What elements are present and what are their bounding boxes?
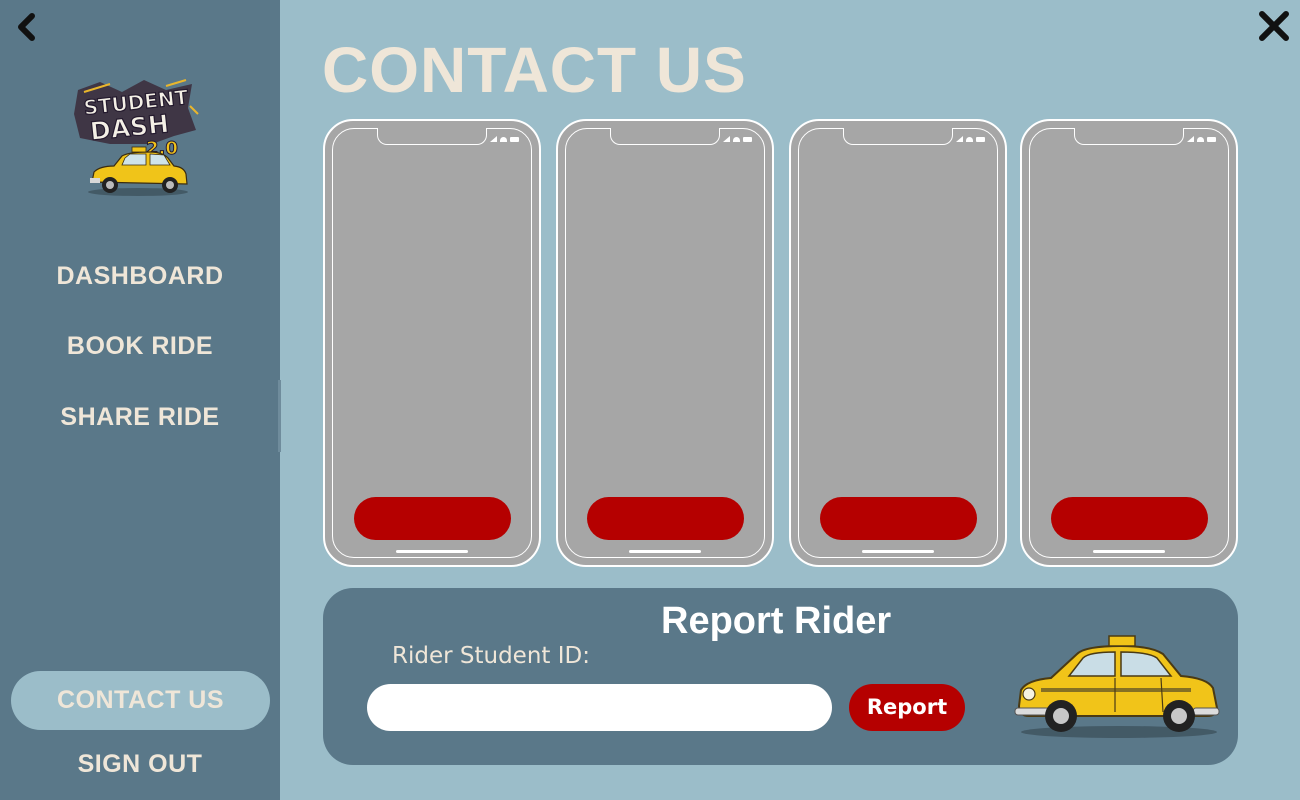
rider-student-id-input[interactable] (367, 684, 832, 731)
status-bar-icons (490, 136, 519, 142)
phone-card (789, 119, 1007, 567)
nav-sign-out[interactable]: SIGN OUT (0, 750, 280, 779)
phone-card (1020, 119, 1238, 567)
phone-card (556, 119, 774, 567)
signal-icon (723, 136, 730, 142)
nav-share-ride[interactable]: SHARE RIDE (0, 403, 280, 432)
close-icon (1259, 11, 1289, 41)
phone-screen (332, 128, 532, 558)
signal-icon (956, 136, 963, 142)
report-rider-title: Report Rider (661, 600, 892, 642)
sidebar: STUDENT DASH 2.0 DASHBOARD BOOK RIDE SHA… (0, 0, 280, 800)
page-title: CONTACT US (322, 34, 747, 106)
home-indicator (862, 550, 934, 553)
phone-card-button[interactable] (820, 497, 977, 540)
phone-card-button[interactable] (1051, 497, 1208, 540)
signal-icon (490, 136, 497, 142)
nav-dashboard[interactable]: DASHBOARD (0, 262, 280, 291)
student-dash-logo: STUDENT DASH 2.0 (70, 78, 200, 200)
phone-notch (377, 128, 487, 145)
report-button[interactable]: Report (849, 684, 965, 731)
home-indicator (396, 550, 468, 553)
phone-card-button[interactable] (354, 497, 511, 540)
phone-screen (565, 128, 765, 558)
battery-icon (976, 136, 985, 142)
wifi-icon (500, 136, 507, 142)
phone-card (323, 119, 541, 567)
battery-icon (510, 136, 519, 142)
battery-icon (1207, 136, 1216, 142)
chevron-left-icon (18, 13, 35, 41)
back-button[interactable] (10, 10, 44, 44)
status-bar-icons (956, 136, 985, 142)
wifi-icon (733, 136, 740, 142)
signal-icon (1187, 136, 1194, 142)
battery-icon (743, 136, 752, 142)
status-bar-icons (1187, 136, 1216, 142)
sidebar-divider (278, 380, 281, 452)
nav-book-ride[interactable]: BOOK RIDE (0, 332, 280, 361)
wifi-icon (966, 136, 973, 142)
wifi-icon (1197, 136, 1204, 142)
close-button[interactable] (1256, 8, 1292, 44)
phone-notch (610, 128, 720, 145)
taxi-car-image (1011, 624, 1223, 740)
home-indicator (1093, 550, 1165, 553)
status-bar-icons (723, 136, 752, 142)
home-indicator (629, 550, 701, 553)
rider-student-id-label: Rider Student ID: (392, 643, 590, 669)
nav-contact-us[interactable]: CONTACT US (11, 671, 270, 730)
phone-notch (843, 128, 953, 145)
phone-screen (1029, 128, 1229, 558)
report-rider-panel: Report Rider Rider Student ID: Report (323, 588, 1238, 765)
phone-card-button[interactable] (587, 497, 744, 540)
phone-notch (1074, 128, 1184, 145)
phone-screen (798, 128, 998, 558)
